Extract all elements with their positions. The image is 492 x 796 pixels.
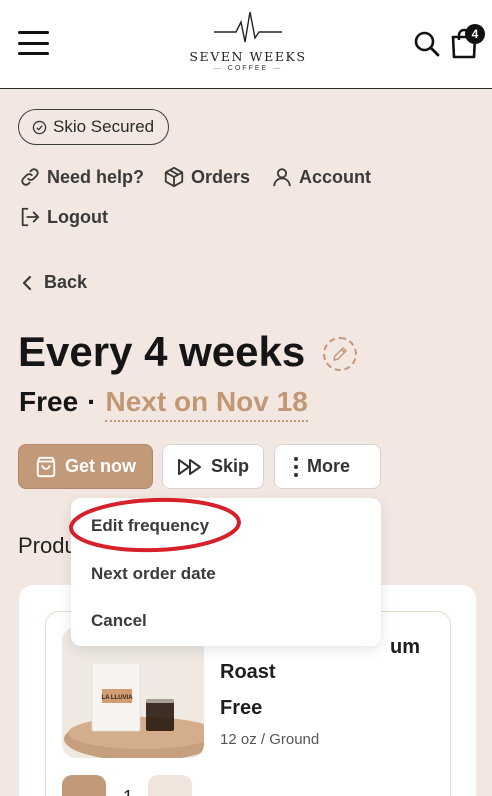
heartbeat-logo-icon bbox=[214, 11, 282, 43]
more-label: More bbox=[306, 456, 350, 476]
product-variant: 12 oz / Ground bbox=[220, 731, 320, 748]
search-icon[interactable] bbox=[413, 30, 441, 58]
menu-item-next-order-date[interactable]: Next order date bbox=[91, 564, 216, 584]
link-icon bbox=[21, 168, 39, 186]
logout-link[interactable]: Logout bbox=[19, 206, 108, 228]
box-icon bbox=[164, 166, 184, 188]
back-label: Back bbox=[44, 272, 88, 292]
fast-forward-icon bbox=[177, 458, 201, 475]
bag-icon bbox=[36, 456, 56, 477]
back-link[interactable]: Back bbox=[22, 272, 87, 293]
price-separator: · bbox=[87, 386, 97, 417]
subscription-price: Free bbox=[19, 386, 79, 417]
product-name-line2: Roast bbox=[220, 661, 276, 683]
more-dropdown-menu: Edit frequency Next order date Cancel bbox=[71, 498, 381, 646]
account-label: Account bbox=[299, 166, 371, 187]
chevron-left-icon bbox=[22, 275, 32, 290]
next-order-date-link[interactable]: Next on Nov 18 bbox=[105, 386, 308, 422]
logo-name: SEVEN WEEKS bbox=[189, 49, 307, 64]
site-header: SEVEN WEEKS COFFEE 4 bbox=[0, 0, 492, 89]
quantity-value: 1 bbox=[123, 787, 133, 796]
menu-item-cancel[interactable]: Cancel bbox=[91, 611, 147, 631]
product-image: LA LLUVIA bbox=[62, 627, 204, 758]
brand-logo[interactable]: SEVEN WEEKS COFFEE bbox=[186, 10, 310, 78]
orders-link[interactable]: Orders bbox=[163, 166, 250, 188]
products-heading: Products bbox=[18, 533, 78, 558]
skip-label: Skip bbox=[210, 456, 249, 476]
cart-count-badge: 4 bbox=[465, 24, 485, 44]
product-price: Free bbox=[220, 697, 263, 719]
more-vertical-icon bbox=[293, 456, 298, 477]
quantity-increase-button[interactable] bbox=[148, 775, 192, 796]
logout-icon bbox=[21, 207, 40, 227]
skip-button[interactable]: Skip bbox=[162, 444, 264, 489]
quantity-decrease-button[interactable] bbox=[62, 775, 106, 796]
user-icon bbox=[273, 168, 291, 187]
logo-sub: COFFEE bbox=[186, 65, 310, 72]
pencil-icon[interactable] bbox=[323, 337, 357, 371]
secure-badge-label: Skio Secured bbox=[53, 117, 155, 136]
more-button[interactable]: More bbox=[274, 444, 381, 489]
need-help-label: Need help? bbox=[47, 166, 145, 187]
need-help-link[interactable]: Need help? bbox=[19, 166, 144, 188]
get-now-label: Get now bbox=[65, 456, 136, 476]
subscription-frequency-title: Every 4 weeks bbox=[18, 328, 306, 375]
hamburger-menu-icon[interactable] bbox=[18, 31, 49, 55]
bag-label: LA LLUVIA bbox=[101, 695, 133, 701]
price-line: Free · Next on Nov 18 bbox=[19, 386, 308, 422]
account-link[interactable]: Account bbox=[271, 166, 371, 188]
logout-label: Logout bbox=[47, 206, 108, 227]
orders-label: Orders bbox=[191, 166, 251, 187]
check-circle-icon bbox=[32, 120, 47, 134]
get-now-button[interactable]: Get now bbox=[18, 444, 153, 489]
menu-item-edit-frequency[interactable]: Edit frequency bbox=[91, 516, 209, 536]
skio-secured-badge: Skio Secured bbox=[18, 109, 170, 145]
